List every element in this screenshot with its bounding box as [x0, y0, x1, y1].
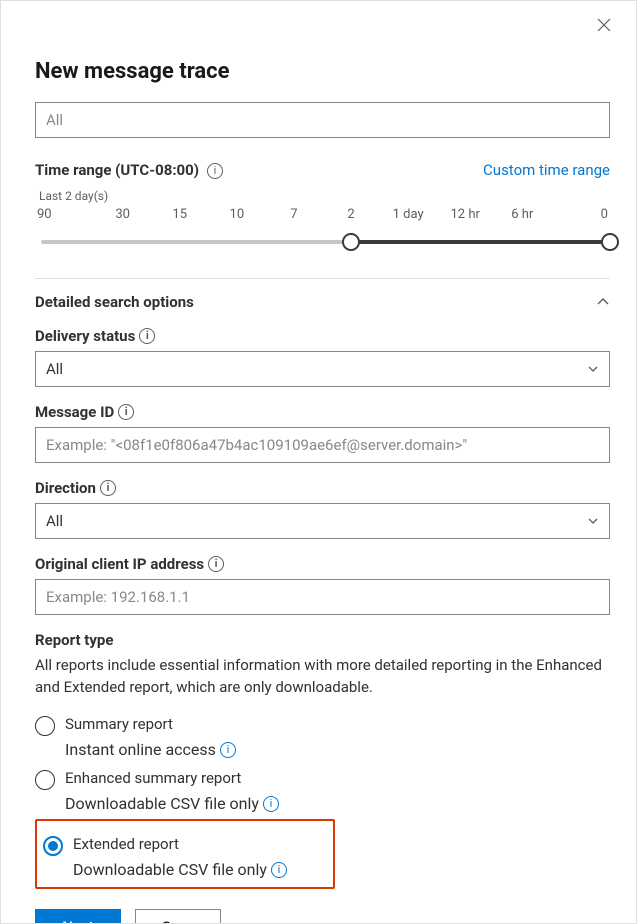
report-type-label: Report type [35, 631, 113, 649]
chevron-up-icon [596, 295, 610, 309]
radio-button[interactable] [35, 716, 55, 736]
next-button[interactable]: Next [35, 909, 121, 924]
message-id-label: Message ID [35, 403, 114, 421]
slider-handle-start[interactable] [342, 233, 360, 251]
delivery-status-select[interactable]: All [35, 351, 610, 387]
page-title: New message trace [35, 59, 610, 84]
slider-ticks: 90301510721 day12 hr6 hr0 [35, 207, 610, 222]
info-icon[interactable]: i [263, 796, 279, 812]
time-range-label: Time range (UTC-08:00) [35, 161, 199, 179]
custom-time-range-link[interactable]: Custom time range [483, 161, 610, 179]
slider-tick: 30 [94, 207, 151, 222]
client-ip-label: Original client IP address [35, 555, 204, 573]
detailed-options-toggle[interactable]: Detailed search options [35, 293, 610, 311]
report-option-title: Extended report [73, 835, 179, 853]
report-option-subtitle: Downloadable CSV file onlyi [73, 860, 327, 879]
info-icon[interactable]: i [271, 862, 287, 878]
info-icon[interactable]: i [207, 163, 223, 179]
slider-tick: 6 hr [494, 207, 551, 222]
direction-value: All [46, 512, 63, 530]
slider-tick: 2 [322, 207, 379, 222]
radio-button[interactable] [35, 770, 55, 790]
report-option[interactable]: Summary report [35, 713, 610, 738]
info-icon[interactable]: i [118, 404, 134, 420]
recipients-input[interactable] [35, 102, 610, 138]
message-id-input[interactable] [35, 427, 610, 463]
report-option[interactable]: Enhanced summary report [35, 767, 610, 792]
slider-tick: 7 [265, 207, 322, 222]
chevron-down-icon [587, 515, 599, 527]
slider-tick: 0 [551, 207, 608, 222]
slider-tick: 15 [151, 207, 208, 222]
radio-button[interactable] [43, 836, 63, 856]
report-option-subtitle: Instant online accessi [65, 740, 610, 759]
info-icon[interactable]: i [139, 328, 155, 344]
report-option-subtitle: Downloadable CSV file onlyi [65, 794, 610, 813]
selected-report-highlight: Extended report Downloadable CSV file onl… [35, 819, 335, 889]
slider-hint: Last 2 day(s) [39, 189, 610, 203]
chevron-down-icon [587, 363, 599, 375]
report-option-title: Enhanced summary report [65, 769, 241, 787]
report-option-title: Summary report [65, 715, 173, 733]
slider-handle-end[interactable] [601, 233, 619, 251]
report-type-description: All reports include essential informatio… [35, 655, 610, 699]
slider-tick: 1 day [380, 207, 437, 222]
direction-label: Direction [35, 479, 96, 497]
slider-tick: 10 [208, 207, 265, 222]
client-ip-input[interactable] [35, 579, 610, 615]
close-icon[interactable] [596, 17, 616, 37]
save-button[interactable]: Save [135, 909, 221, 924]
delivery-status-value: All [46, 360, 63, 378]
info-icon[interactable]: i [208, 556, 224, 572]
message-trace-panel: New message trace Time range (UTC-08:00)… [0, 0, 637, 924]
info-icon[interactable]: i [220, 742, 236, 758]
time-range-slider[interactable]: Last 2 day(s) 90301510721 day12 hr6 hr0 [35, 189, 610, 254]
delivery-status-label: Delivery status [35, 327, 135, 345]
detailed-options-label: Detailed search options [35, 293, 194, 311]
direction-select[interactable]: All [35, 503, 610, 539]
report-option[interactable]: Extended report [43, 833, 327, 858]
info-icon[interactable]: i [100, 480, 116, 496]
slider-tick: 12 hr [437, 207, 494, 222]
slider-tick: 90 [37, 207, 94, 222]
